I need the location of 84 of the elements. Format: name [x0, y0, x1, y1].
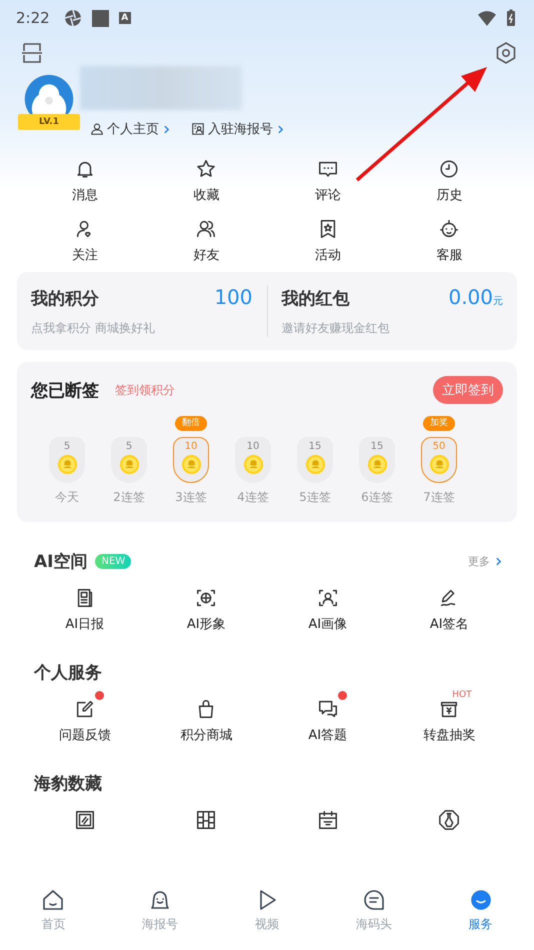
frame-icon	[74, 809, 96, 831]
day-reward: 15	[297, 437, 333, 483]
day-reward: 5	[111, 437, 147, 483]
wallet-subtitle: 邀请好友赚现金红包	[282, 320, 390, 337]
chevron-right-icon	[164, 124, 169, 134]
id-card-icon	[191, 122, 205, 136]
chevron-right-icon	[278, 124, 283, 134]
chat-icon	[362, 888, 386, 912]
aperture-icon	[64, 9, 82, 27]
shortcut-item[interactable]: 关注	[24, 218, 146, 264]
coin-icon	[428, 454, 450, 475]
day-reward: 10	[235, 437, 271, 483]
wallet-card[interactable]: 我的积分 100 点我拿积分 商城换好礼	[17, 285, 266, 337]
ai-tool-item[interactable]: AI日报	[24, 587, 146, 633]
wallet-title: 我的红包	[282, 288, 350, 310]
user-icon	[90, 122, 104, 136]
settings-button[interactable]	[494, 41, 518, 65]
day-reward: 50	[421, 437, 457, 483]
profile-link[interactable]: 个人主页	[90, 120, 169, 138]
shortcut-item[interactable]: 好友	[146, 218, 267, 264]
service-item[interactable]: AI答题	[267, 688, 388, 744]
bonus-tag: 翻倍	[175, 416, 207, 431]
day-label: 3连签	[175, 489, 207, 506]
coin-icon	[304, 454, 326, 475]
wallet-subtitle: 点我拿积分 商城换好礼	[31, 320, 156, 337]
wallet-value: 0.00元	[448, 285, 503, 309]
globe-icon	[195, 587, 218, 609]
wallet-card[interactable]: 我的红包 0.00元 邀请好友赚现金红包	[268, 285, 517, 337]
day-reward: 5	[49, 437, 85, 483]
day-label: 6连签	[361, 489, 393, 506]
vase-icon	[438, 809, 460, 831]
day-label: 2连签	[113, 489, 145, 506]
day-reward: 15	[359, 437, 395, 483]
star-icon	[195, 158, 218, 180]
coin-icon	[118, 454, 140, 475]
coin-icon	[242, 454, 264, 475]
day-label: 今天	[55, 489, 79, 506]
shortcut-item[interactable]: 客服	[388, 218, 510, 264]
day-label: 7连签	[423, 489, 455, 506]
ai-tool-item[interactable]: AI画像	[267, 587, 388, 633]
level-ribbon: LV.1	[18, 114, 80, 130]
coin-icon	[366, 454, 388, 475]
battery-icon	[506, 9, 516, 27]
section-title: 个人服务	[34, 662, 102, 684]
chevron-right-icon	[496, 557, 501, 566]
shortcut-item[interactable]: 历史	[388, 158, 510, 204]
shortcut-item[interactable]: 消息	[24, 158, 146, 204]
coin-icon	[56, 454, 78, 475]
scan-button[interactable]	[20, 41, 44, 65]
nav-tab[interactable]: 服务	[427, 888, 534, 950]
checkin-hint: 签到领积分	[115, 382, 175, 398]
service-item[interactable]: 积分商城	[146, 688, 267, 744]
chat-icon	[316, 698, 339, 720]
status-time: 2:22	[16, 9, 50, 27]
shortcut-item[interactable]: 评论	[267, 158, 388, 204]
service-item[interactable]: 问题反馈	[24, 688, 146, 744]
support-icon	[438, 218, 460, 240]
users-icon	[195, 218, 218, 240]
shortcut-item[interactable]: 活动	[267, 218, 388, 264]
day-label: 5连签	[299, 489, 331, 506]
new-badge: NEW	[95, 554, 132, 569]
ai-tool-item[interactable]: AI签名	[388, 587, 510, 633]
wallet-title: 我的积分	[31, 288, 99, 310]
section-title: AI空间	[34, 551, 88, 573]
calendar-icon	[316, 809, 339, 831]
square-icon	[92, 10, 109, 26]
section-title: 海豹数藏	[34, 773, 102, 795]
wallet-value: 100	[214, 285, 252, 309]
shortcut-item[interactable]: 收藏	[146, 158, 267, 204]
hot-tag: HOT	[452, 690, 472, 700]
service-item[interactable]: HOT 转盘抽奖	[388, 688, 510, 744]
coin-icon	[180, 454, 202, 475]
portrait-icon	[316, 587, 339, 609]
home-icon	[41, 888, 66, 912]
wifi-icon	[478, 9, 496, 27]
day-reward: 10	[173, 437, 209, 483]
checkin-title: 您已断签	[31, 380, 99, 402]
ai-tool-item[interactable]: AI形象	[146, 587, 267, 633]
grid-icon	[195, 809, 218, 831]
clock-icon	[438, 158, 460, 180]
notification-icon: A	[118, 12, 131, 24]
bonus-tag: 加奖	[423, 416, 455, 431]
day-label: 4连签	[237, 489, 269, 506]
profile-link[interactable]: 入驻海报号	[191, 120, 283, 138]
